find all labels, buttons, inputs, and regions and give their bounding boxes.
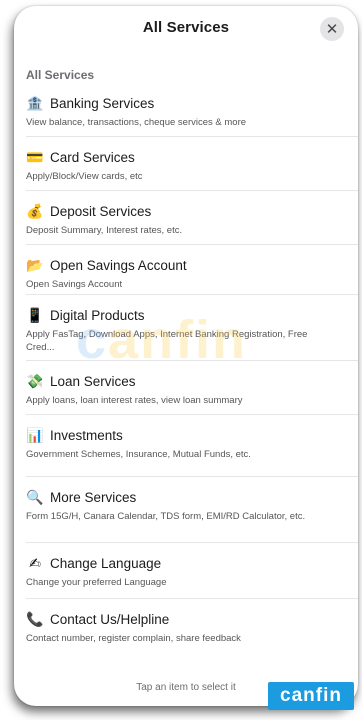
list-item[interactable]: 💸 Loan Services Apply loans, loan interest… bbox=[26, 370, 358, 407]
folder-icon: 📂 bbox=[26, 257, 44, 273]
magnifier-icon: 🔍 bbox=[26, 489, 44, 505]
list-item-row: 🏦 Banking Services bbox=[26, 92, 358, 114]
bank-icon: 🏦 bbox=[26, 95, 44, 111]
divider bbox=[26, 294, 358, 295]
writing-hand-icon: ✍ bbox=[29, 555, 41, 571]
divider bbox=[26, 414, 358, 415]
list-item-label: Deposit Services bbox=[50, 203, 152, 219]
list-item-description: Open Savings Account bbox=[26, 279, 123, 290]
services-sheet: All Services ✕ All Services 🏦 Banking Ser… bbox=[14, 6, 358, 706]
list-item-description: View balance, transactions, cheque servi… bbox=[26, 117, 247, 128]
sheet-header: All Services ✕ bbox=[14, 6, 358, 50]
list-item[interactable]: 📊 Investments Government Schemes, Insuranc… bbox=[26, 424, 358, 461]
list-item[interactable]: 🏦 Banking Services View balance, transacti… bbox=[26, 92, 358, 129]
close-button[interactable]: ✕ bbox=[320, 17, 344, 41]
list-item-label: Digital Products bbox=[50, 307, 145, 323]
telephone-icon: 📞 bbox=[26, 611, 44, 627]
divider bbox=[26, 360, 358, 361]
list-item[interactable]: ✍ Change Language Change your preferred La… bbox=[26, 552, 358, 589]
list-item-row: 💸 Loan Services bbox=[26, 370, 358, 392]
list-item-description: Contact number, register complain, share… bbox=[26, 633, 241, 644]
list-item-label: Card Services bbox=[50, 149, 135, 165]
list-item[interactable]: 🔍 More Services Form 15G/H, Canara Calenda… bbox=[26, 486, 358, 523]
list-item-description: Apply/Block/View cards, etc bbox=[26, 171, 143, 182]
list-item-row: 📱 Digital Products bbox=[26, 304, 358, 326]
divider bbox=[26, 136, 358, 137]
list-item[interactable]: 📞 Contact Us/Helpline Contact number, regi… bbox=[26, 608, 358, 645]
chart-icon: 📊 bbox=[26, 427, 44, 443]
phone-icon: 📱 bbox=[26, 307, 44, 323]
list-item-row: ✍ Change Language bbox=[26, 552, 358, 574]
list-item-description: Change your preferred Language bbox=[26, 577, 167, 588]
list-item-label: Investments bbox=[50, 427, 123, 443]
divider bbox=[26, 542, 358, 543]
divider bbox=[26, 190, 358, 191]
divider bbox=[26, 598, 358, 599]
card-icon: 💳 bbox=[26, 149, 44, 165]
list-item-label: Change Language bbox=[50, 555, 162, 571]
list-item-label: Contact Us/Helpline bbox=[50, 611, 170, 627]
list-item-label: Open Savings Account bbox=[50, 257, 187, 273]
brand-logo: canfin bbox=[268, 682, 354, 710]
list-item[interactable]: 📂 Open Savings Account Open Savings Accoun… bbox=[26, 254, 358, 291]
list-item-label: More Services bbox=[50, 489, 137, 505]
list-item-description: Apply FasTag, Download Apps, Internet Ba… bbox=[26, 329, 308, 353]
list-item[interactable]: 📱 Digital Products Apply FasTag, Download … bbox=[26, 304, 358, 354]
list-item-label: Loan Services bbox=[50, 373, 136, 389]
list-item-row: 📂 Open Savings Account bbox=[26, 254, 358, 276]
list-item-row: 🔍 More Services bbox=[26, 486, 358, 508]
list-item[interactable]: 💳 Card Services Apply/Block/View cards, et… bbox=[26, 146, 358, 183]
list-item-description: Form 15G/H, Canara Calendar, TDS form, E… bbox=[26, 511, 306, 522]
list-item-label: Banking Services bbox=[50, 95, 155, 111]
divider bbox=[26, 244, 358, 245]
list-item-row: 💰 Deposit Services bbox=[26, 200, 358, 222]
list-item-row: 📞 Contact Us/Helpline bbox=[26, 608, 358, 630]
money-bag-icon: 💰 bbox=[26, 203, 44, 219]
divider bbox=[26, 476, 358, 477]
list-item-row: 📊 Investments bbox=[26, 424, 358, 446]
list-item-description: Deposit Summary, Interest rates, etc. bbox=[26, 225, 183, 236]
close-icon: ✕ bbox=[325, 20, 339, 38]
section-label: All Services bbox=[26, 68, 95, 82]
list-item-description: Apply loans, loan interest rates, view l… bbox=[26, 395, 243, 406]
list-item[interactable]: 💰 Deposit Services Deposit Summary, Intere… bbox=[26, 200, 358, 237]
sheet-title: All Services bbox=[142, 19, 230, 36]
list-item-description: Government Schemes, Insurance, Mutual Fu… bbox=[26, 449, 251, 460]
list-item-row: 💳 Card Services bbox=[26, 146, 358, 168]
flying-money-icon: 💸 bbox=[26, 373, 44, 389]
